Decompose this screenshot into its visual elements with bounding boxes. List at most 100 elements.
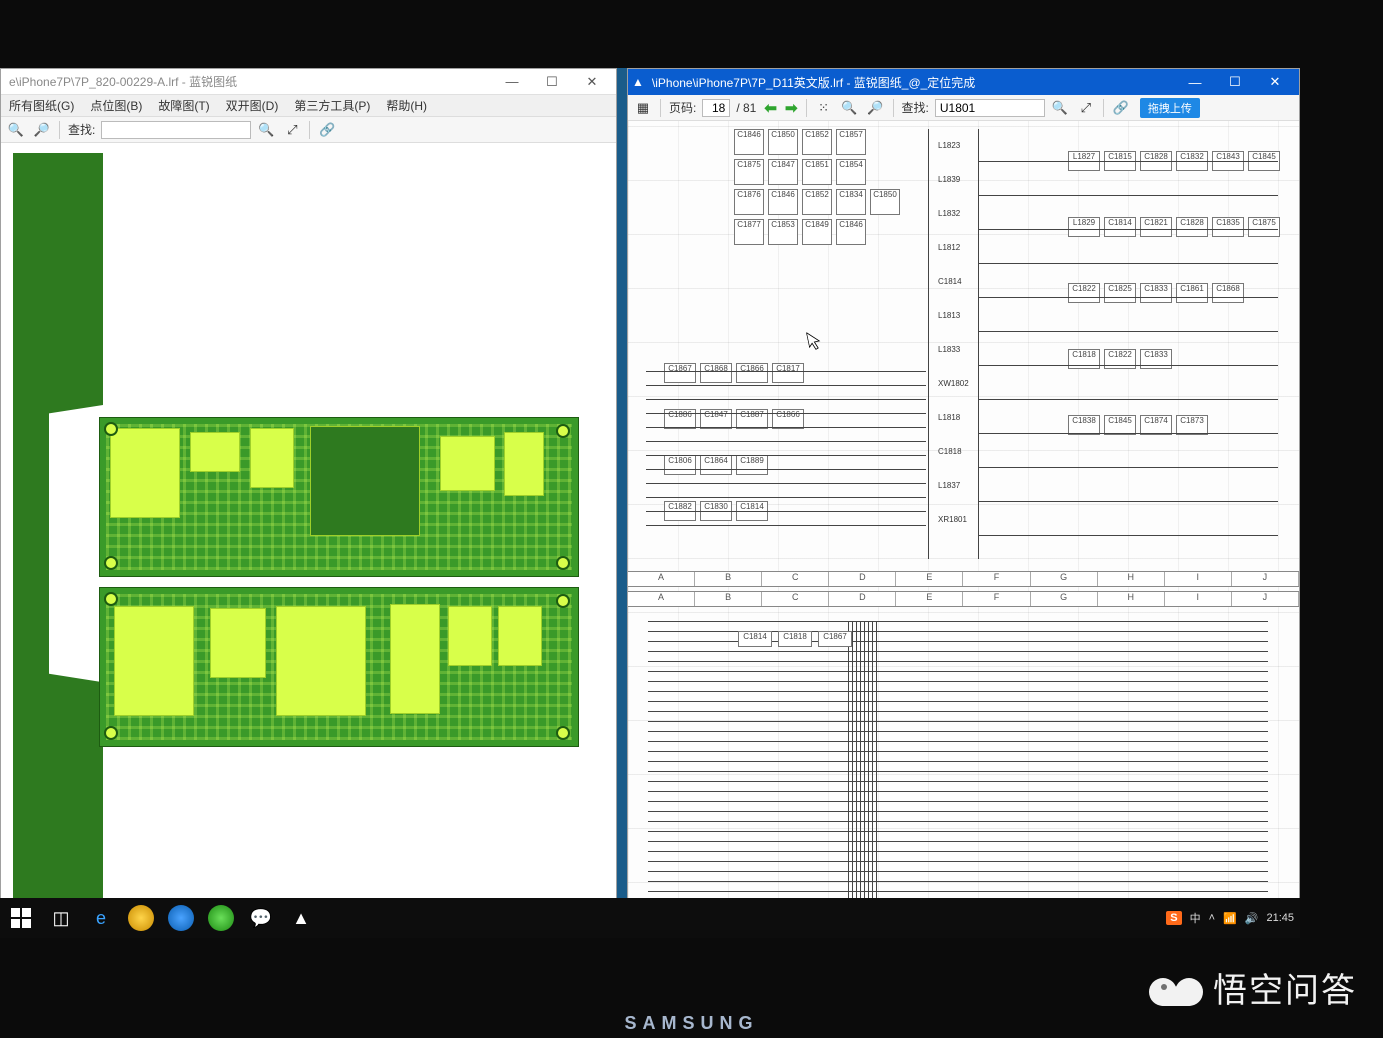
component-C1833[interactable]: C1833 [1140,283,1172,303]
app-icon-4[interactable]: ▲ [286,903,316,933]
menu-fault[interactable]: 故障图(T) [154,95,213,116]
component-C1851[interactable]: C1851 [802,159,832,185]
component-C1852[interactable]: C1852 [802,129,832,155]
app-icon-1[interactable] [126,903,156,933]
tray-overflow-icon[interactable]: ˄ [1209,912,1215,924]
ime-lang[interactable]: 中 [1190,910,1201,926]
page-current-input[interactable] [702,99,730,117]
component-C1874[interactable]: C1874 [1140,415,1172,435]
titlebar-left[interactable]: e\iPhone7P\7P_820-00229-A.lrf - 蓝锐图纸 — ☐… [1,69,616,95]
component-C1845[interactable]: C1845 [1104,415,1136,435]
component-C1818[interactable]: C1818 [1068,349,1100,369]
component-C1847[interactable]: C1847 [768,159,798,185]
component-C1875[interactable]: C1875 [734,159,764,185]
ime-indicator-icon[interactable]: S [1166,911,1181,925]
component-C1867[interactable]: C1867 [818,631,852,647]
expand-icon[interactable]: ⤢ [1075,98,1097,118]
link-icon[interactable]: 🔗 [316,120,338,140]
search-icon[interactable]: 🔍 [1049,98,1071,118]
maximize-button[interactable]: ☐ [532,71,572,93]
component-C1853[interactable]: C1853 [768,219,798,245]
component-C1822[interactable]: C1822 [1068,283,1100,303]
zoom-out-icon[interactable]: 🔍 [5,120,27,140]
component-C1847[interactable]: C1847 [700,409,732,429]
component-C1877[interactable]: C1877 [734,219,764,245]
dice-icon[interactable]: ⁙ [813,98,835,118]
component-C1817[interactable]: C1817 [772,363,804,383]
search-icon[interactable]: 🔍 [255,120,277,140]
component-C1834[interactable]: C1834 [836,189,866,215]
component-C1838[interactable]: C1838 [1068,415,1100,435]
maximize-button[interactable]: ☐ [1215,71,1255,93]
network-icon[interactable]: 📶 [1223,912,1237,925]
edge-browser-icon[interactable]: e [86,903,116,933]
clock[interactable]: 21:45 [1266,912,1294,924]
component-C1861[interactable]: C1861 [1176,283,1208,303]
component-C1868[interactable]: C1868 [700,363,732,383]
component-C1821[interactable]: C1821 [1140,217,1172,237]
titlebar-right[interactable]: ▲ \iPhone\iPhone7P\7P_D11英文版.lrf - 蓝锐图纸_… [628,69,1299,95]
close-button[interactable]: ✕ [572,71,612,93]
component-C1866[interactable]: C1866 [736,363,768,383]
start-button[interactable] [6,903,36,933]
schematic-canvas[interactable]: ABCDEFGHIJ ABCDEFGHIJ C1846C1850C1852C18… [628,121,1299,937]
component-C1818[interactable]: C1818 [778,631,812,647]
component-C1857[interactable]: C1857 [836,129,866,155]
next-page-button[interactable]: ➡ [783,99,800,117]
component-C1866[interactable]: C1866 [772,409,804,429]
component-C1828[interactable]: C1828 [1176,217,1208,237]
windows-taskbar[interactable]: ◫ e 💬 ▲ S 中 ˄ 📶 🔊 21:45 [0,898,1300,938]
component-C1889[interactable]: C1889 [736,455,768,475]
app-icon-3[interactable] [206,903,236,933]
component-C1846[interactable]: C1846 [836,219,866,245]
search-input-left[interactable] [101,121,251,139]
component-C1850[interactable]: C1850 [870,189,900,215]
component-C1849[interactable]: C1849 [802,219,832,245]
component-C1873[interactable]: C1873 [1176,415,1208,435]
menu-dual-open[interactable]: 双开图(D) [222,95,283,116]
component-C1814[interactable]: C1814 [1104,217,1136,237]
component-C1822[interactable]: C1822 [1104,349,1136,369]
prev-page-button[interactable]: ⬅ [762,99,779,117]
component-C1825[interactable]: C1825 [1104,283,1136,303]
drag-upload-button[interactable]: 拖拽上传 [1140,98,1200,118]
menu-all-drawings[interactable]: 所有图纸(G) [5,95,78,116]
menu-position[interactable]: 点位图(B) [86,95,146,116]
link-icon[interactable]: 🔗 [1110,98,1132,118]
component-C1886[interactable]: C1886 [664,409,696,429]
component-C1875[interactable]: C1875 [1248,217,1280,237]
menu-third-party[interactable]: 第三方工具(P) [290,95,374,116]
component-C1846[interactable]: C1846 [768,189,798,215]
page-layout-icon[interactable]: ▦ [632,98,654,118]
component-L1829[interactable]: L1829 [1068,217,1100,237]
menu-help[interactable]: 帮助(H) [382,95,431,116]
component-C1806[interactable]: C1806 [664,455,696,475]
zoom-in-icon[interactable]: 🔎 [865,98,887,118]
volume-icon[interactable]: 🔊 [1245,912,1259,925]
component-C1814[interactable]: C1814 [738,631,772,647]
app-icon-2[interactable] [166,903,196,933]
expand-icon[interactable]: ⤢ [281,120,303,140]
component-C1867[interactable]: C1867 [664,363,696,383]
net-label-L1832: L1832 [938,209,960,218]
component-C1846[interactable]: C1846 [734,129,764,155]
component-C1852[interactable]: C1852 [802,189,832,215]
zoom-out-icon[interactable]: 🔍 [839,98,861,118]
component-C1864[interactable]: C1864 [700,455,732,475]
search-input-right[interactable] [935,99,1045,117]
component-C1854[interactable]: C1854 [836,159,866,185]
wechat-icon[interactable]: 💬 [246,903,276,933]
component-C1868[interactable]: C1868 [1212,283,1244,303]
component-C1887[interactable]: C1887 [736,409,768,429]
minimize-button[interactable]: — [1175,71,1215,93]
close-button[interactable]: ✕ [1255,71,1295,93]
minimize-button[interactable]: — [492,71,532,93]
component-C1835[interactable]: C1835 [1212,217,1244,237]
component-C1850[interactable]: C1850 [768,129,798,155]
pcb-canvas[interactable] [1,143,616,937]
system-tray[interactable]: S 中 ˄ 📶 🔊 21:45 [1166,904,1294,932]
zoom-in-icon[interactable]: 🔎 [31,120,53,140]
component-C1876[interactable]: C1876 [734,189,764,215]
component-C1833[interactable]: C1833 [1140,349,1172,369]
task-view-icon[interactable]: ◫ [46,903,76,933]
